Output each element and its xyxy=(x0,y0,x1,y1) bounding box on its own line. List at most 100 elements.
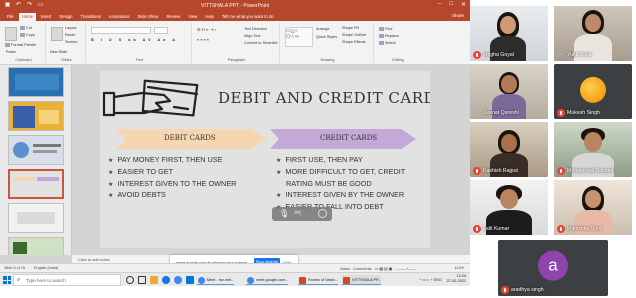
microphone-icon[interactable]: 🎙 xyxy=(279,209,289,219)
tab-transitions[interactable]: Transitions xyxy=(77,13,103,21)
minimize-icon[interactable]: – xyxy=(438,1,441,8)
participant-tile[interactable]: a aradhya singh xyxy=(498,240,608,296)
participant-tile[interactable]: Manishka Sony xyxy=(554,180,632,235)
muted-mic-icon xyxy=(473,167,481,175)
text-direction-button[interactable]: Text Direction xyxy=(244,27,267,31)
paste-label: Paste xyxy=(6,50,16,54)
taskbar-app-meet[interactable]: Meet - rsv-wrh... xyxy=(197,275,235,285)
editing-group-label: Editing xyxy=(392,58,404,62)
participant-image xyxy=(501,75,517,93)
font-name-box[interactable] xyxy=(91,27,151,34)
font-size-box[interactable] xyxy=(154,27,168,34)
participant-tile[interactable]: Mukesh Singh xyxy=(554,64,632,119)
list-item: RATING MUST BE GOOD xyxy=(286,178,372,188)
format-painter-button[interactable]: Format Painter xyxy=(5,43,36,47)
store-icon[interactable] xyxy=(186,276,194,284)
arrange-button[interactable]: Arrange xyxy=(316,27,330,31)
participant-tile[interactable]: Megha Goyal xyxy=(470,6,548,61)
muted-mic-icon xyxy=(557,225,565,233)
close-icon[interactable]: ✕ xyxy=(461,1,466,8)
taskbar-clock[interactable]: 12:24 27-02-2021 xyxy=(447,274,466,284)
list-buttons[interactable]: ☰ ☷ ⇤ ⇥ ↕ xyxy=(197,27,216,32)
share-button[interactable]: Share xyxy=(452,13,464,18)
tab-view[interactable]: View xyxy=(185,13,200,21)
task-view-icon[interactable] xyxy=(138,276,146,284)
view-controls[interactable]: Notes Comments ▭ ▦ ▤ ▣ – ——+—— xyxy=(340,266,416,271)
edge-icon[interactable] xyxy=(162,276,170,284)
windows-logo-icon xyxy=(3,276,7,280)
participant-image xyxy=(585,190,601,208)
participant-image xyxy=(500,189,518,209)
chrome-icon[interactable] xyxy=(174,276,182,284)
shape-effects-button[interactable]: Shape Effects xyxy=(342,40,366,44)
slide-thumbnail[interactable] xyxy=(8,67,64,97)
zoom-level[interactable]: 114% xyxy=(455,266,464,270)
title-bar: ▣ ↶ ↷ ▭ VITTSHALA PPT - PowerPoint – □ ✕ xyxy=(0,0,470,12)
slide-thumbnail[interactable] xyxy=(8,237,64,255)
tab-insert[interactable]: Insert xyxy=(38,13,54,21)
muted-mic-icon xyxy=(473,51,481,59)
layout-button[interactable]: Layout xyxy=(65,26,76,30)
slide-thumbnail[interactable] xyxy=(8,135,64,165)
current-slide[interactable]: DEBIT AND CREDIT CARDS DEBIT CARDS CREDI… xyxy=(100,71,430,248)
start-button[interactable] xyxy=(3,276,11,284)
drawing-group: ▭△○ ⬠☆⇨ Arrange Quick Styles Shape Fill S… xyxy=(282,23,374,63)
tell-me-search[interactable]: Tell me what you want to do xyxy=(219,13,277,21)
new-slide-icon[interactable] xyxy=(51,27,63,41)
thumbnail-art xyxy=(39,110,59,124)
slide-thumbnail[interactable] xyxy=(8,101,64,131)
slide-thumbnail[interactable] xyxy=(8,203,64,233)
slide-thumbnail-selected[interactable] xyxy=(8,169,64,199)
copy-button[interactable]: Copy xyxy=(20,33,35,37)
system-tray[interactable]: ^ ▭ ◐ ⌁ ENG xyxy=(420,277,442,282)
tab-review[interactable]: Review xyxy=(163,13,183,21)
taskbar-app-rooms[interactable]: Rooms of Vatsh... xyxy=(298,275,338,285)
align-text-button[interactable]: Align Text xyxy=(244,34,260,38)
section-button[interactable]: Section xyxy=(65,40,78,44)
participant-tile[interactable]: Mohammad Sahzad xyxy=(554,122,632,177)
language-indicator[interactable]: English (India) xyxy=(34,266,58,270)
comments-button[interactable]: Comments xyxy=(353,267,371,271)
select-button[interactable]: Select xyxy=(379,41,396,45)
maximize-icon[interactable]: □ xyxy=(449,1,453,8)
reset-button[interactable]: Reset xyxy=(65,33,75,37)
replace-icon xyxy=(379,34,384,38)
find-button[interactable]: Find xyxy=(379,27,392,31)
shape-fill-button[interactable]: Shape Fill xyxy=(342,26,359,30)
cortana-icon[interactable] xyxy=(126,276,134,284)
shapes-gallery[interactable]: ▭△○ ⬠☆⇨ xyxy=(285,27,313,47)
language-tray[interactable]: ENG xyxy=(434,278,442,282)
shape-outline-button[interactable]: Shape Outline xyxy=(342,33,366,37)
participant-tile[interactable]: Kashish Rajput xyxy=(470,122,548,177)
participant-tile[interactable]: Lalit Kumar xyxy=(470,180,548,235)
participant-tile[interactable]: ••• Zeenat Qureshi xyxy=(470,64,548,119)
tab-animations[interactable]: Animations xyxy=(106,13,133,21)
window-controls: – □ ✕ xyxy=(438,1,466,8)
quick-styles-button[interactable]: Quick Styles xyxy=(316,35,337,39)
tab-design[interactable]: Design xyxy=(56,13,75,21)
tab-home[interactable]: Home xyxy=(18,13,36,21)
taskbar-search-box[interactable]: ⌕ Type here to search xyxy=(13,274,121,286)
muted-mic-icon xyxy=(473,225,481,233)
settings-icon[interactable] xyxy=(318,209,327,218)
participant-name: Mukesh Singh xyxy=(567,110,600,116)
credit-header: CREDIT CARDS xyxy=(320,134,378,142)
participant-image xyxy=(585,14,601,32)
participant-tile[interactable]: •ı• Yukti Setia xyxy=(554,6,632,61)
convert-smartart-button[interactable]: Convert to SmartArt xyxy=(244,41,278,45)
notes-button[interactable]: Notes xyxy=(340,267,350,271)
tab-file[interactable]: File xyxy=(4,13,17,21)
tab-slide-show[interactable]: Slide Show xyxy=(135,13,162,21)
taskbar-app-meet-google[interactable]: meet.google.com... xyxy=(246,275,289,285)
participant-image xyxy=(500,16,516,34)
taskbar-app-vittshala[interactable]: VITTSHALA PP... xyxy=(342,275,382,285)
file-explorer-icon[interactable] xyxy=(150,276,158,284)
voice-typing-popup[interactable]: 🎙 अन् xyxy=(272,207,332,221)
speaking-indicator-icon: •ı• xyxy=(557,52,562,58)
replace-button[interactable]: Replace xyxy=(379,34,399,38)
cut-button[interactable]: Cut xyxy=(20,26,32,30)
font-format-buttons[interactable]: B I U S ab AV Aa A xyxy=(91,38,178,42)
tab-help[interactable]: Help xyxy=(202,13,217,21)
align-buttons[interactable]: ≡ ≡ ≡ ≡ xyxy=(197,38,209,42)
paste-icon[interactable] xyxy=(5,27,17,41)
